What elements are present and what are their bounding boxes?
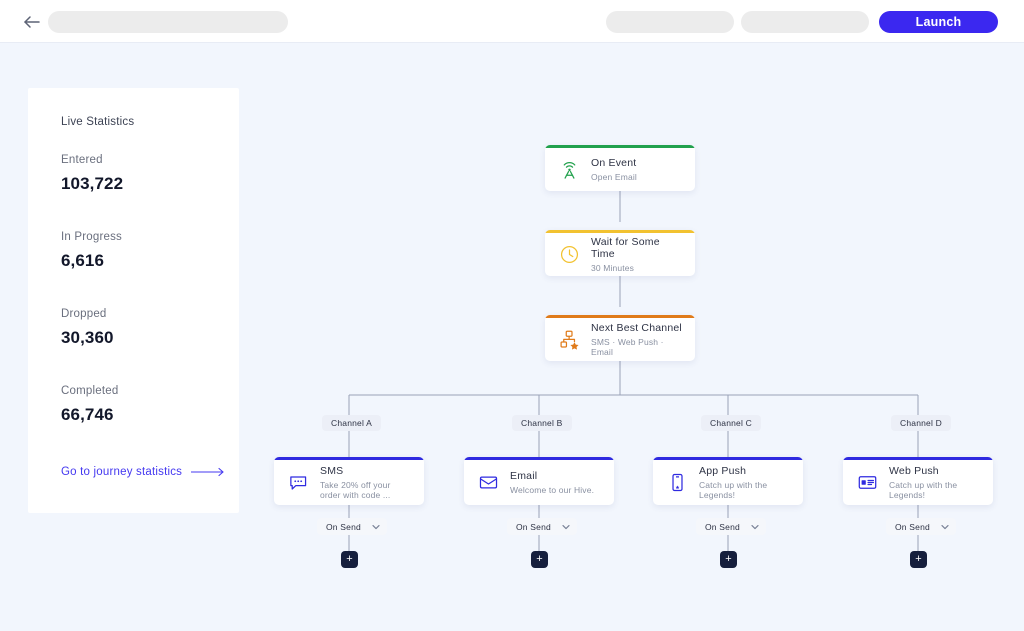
journey-builder-screen: Launch Live Statistics Entered 103,722 I… — [0, 0, 1024, 631]
node-wait-for-some-time[interactable]: Wait for Some Time 30 Minutes — [545, 230, 695, 276]
branch-chip-channel-c[interactable]: Channel C — [701, 415, 761, 431]
node-title: Web Push — [889, 465, 981, 477]
node-subtitle: Catch up with the Legends! — [889, 480, 981, 500]
node-title: App Push — [699, 465, 791, 477]
clock-icon — [559, 244, 580, 265]
node-subtitle: 30 Minutes — [591, 263, 683, 273]
node-title: SMS — [320, 465, 412, 477]
node-title: Wait for Some Time — [591, 236, 683, 260]
branch-star-icon — [559, 329, 580, 350]
node-next-best-channel[interactable]: Next Best Channel SMS · Web Push · Email — [545, 315, 695, 361]
branch-trigger-on-send-c[interactable]: On Send — [696, 518, 766, 535]
branch-trigger-on-send-d[interactable]: On Send — [886, 518, 956, 535]
node-title: On Event — [591, 157, 637, 169]
on-send-label: On Send — [326, 522, 361, 532]
branch-chip-channel-d[interactable]: Channel D — [891, 415, 951, 431]
branch-chip-channel-a[interactable]: Channel A — [322, 415, 381, 431]
node-sms[interactable]: SMS Take 20% off your order with code ..… — [274, 457, 424, 505]
node-app-push[interactable]: App Push Catch up with the Legends! — [653, 457, 803, 505]
broadcast-tower-icon — [559, 159, 580, 180]
chevron-down-icon — [941, 523, 949, 531]
node-subtitle: Take 20% off your order with code ... — [320, 480, 412, 500]
node-subtitle: Catch up with the Legends! — [699, 480, 791, 500]
chat-bubble-icon — [288, 472, 309, 493]
node-subtitle: Welcome to our Hive. — [510, 485, 594, 495]
add-step-button-c[interactable]: + — [720, 551, 737, 568]
flow-connector-lines — [0, 0, 1024, 631]
node-title: Next Best Channel — [591, 322, 683, 334]
on-send-label: On Send — [895, 522, 930, 532]
chevron-down-icon — [562, 523, 570, 531]
node-email[interactable]: Email Welcome to our Hive. — [464, 457, 614, 505]
add-step-button-d[interactable]: + — [910, 551, 927, 568]
chevron-down-icon — [372, 523, 380, 531]
node-subtitle: SMS · Web Push · Email — [591, 337, 683, 357]
branch-trigger-on-send-a[interactable]: On Send — [317, 518, 387, 535]
on-send-label: On Send — [705, 522, 740, 532]
chevron-down-icon — [751, 523, 759, 531]
node-on-event[interactable]: On Event Open Email — [545, 145, 695, 191]
branch-trigger-on-send-b[interactable]: On Send — [507, 518, 577, 535]
journey-flow-canvas: On Event Open Email Wait for Some Time 3… — [0, 0, 1024, 631]
browser-window-icon — [857, 472, 878, 493]
add-step-button-b[interactable]: + — [531, 551, 548, 568]
on-send-label: On Send — [516, 522, 551, 532]
mobile-phone-icon — [667, 472, 688, 493]
node-web-push[interactable]: Web Push Catch up with the Legends! — [843, 457, 993, 505]
branch-chip-channel-b[interactable]: Channel B — [512, 415, 572, 431]
envelope-icon — [478, 472, 499, 493]
add-step-button-a[interactable]: + — [341, 551, 358, 568]
node-title: Email — [510, 470, 594, 482]
node-subtitle: Open Email — [591, 172, 637, 182]
